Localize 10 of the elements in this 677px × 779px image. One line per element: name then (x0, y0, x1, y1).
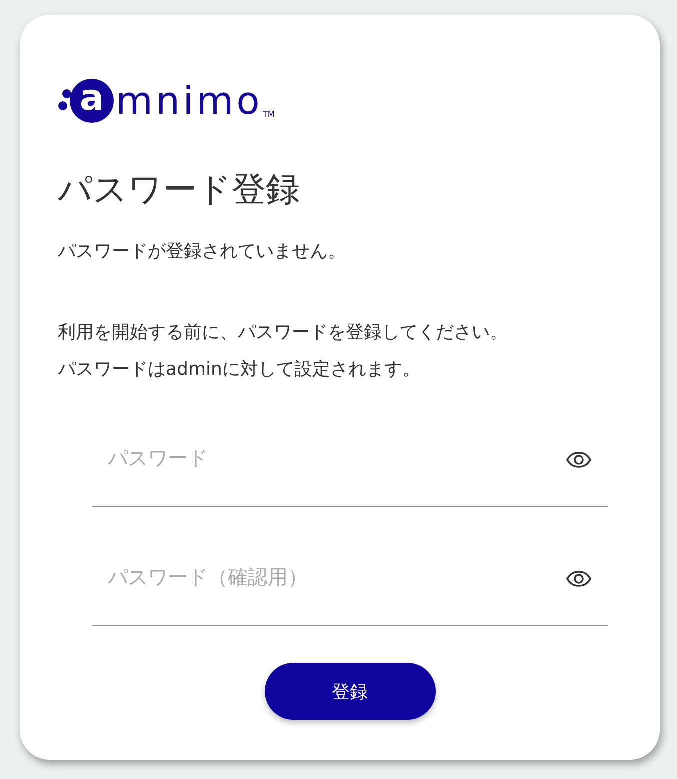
eye-icon[interactable] (566, 571, 592, 587)
message-text: パスワードが登録されていません。 (58, 240, 347, 264)
register-button[interactable]: 登録 (264, 663, 436, 720)
eye-icon[interactable] (566, 452, 592, 468)
message-text: パスワードはadminに対して設定されます。 (58, 358, 422, 382)
logo-text: mnimo (116, 79, 263, 123)
message-text: 利用を開始する前に、パスワードを登録してください。 (58, 321, 509, 345)
trademark: TM (262, 110, 275, 119)
page-title: パスワード登録 (58, 169, 301, 212)
logo-mark: a (70, 79, 114, 123)
